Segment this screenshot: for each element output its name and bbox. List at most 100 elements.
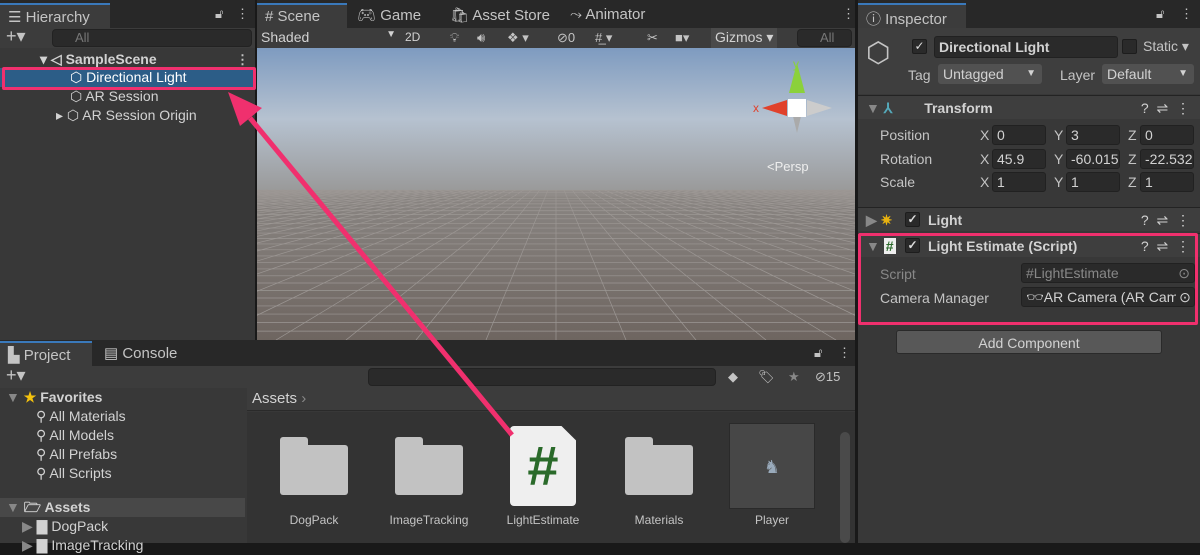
light-enabled-checkbox[interactable]: ✓ <box>905 212 920 227</box>
hierarchy-search[interactable]: All <box>52 29 252 47</box>
audio-icon[interactable]: 🔊︎ <box>477 30 485 46</box>
grid-icon[interactable]: #̲ ▾ <box>595 30 612 46</box>
more-icon[interactable]: ⋮ <box>838 345 851 361</box>
transform-row-label: Position <box>880 127 930 143</box>
transform-x-field[interactable]: 1 <box>992 172 1046 192</box>
tab-label: Game <box>380 7 422 24</box>
lock-icon[interactable]: 🔓︎ <box>814 345 822 361</box>
folder-icon[interactable] <box>625 437 693 495</box>
transform-y-field[interactable]: -60.015 <box>1066 149 1120 169</box>
asset-label: DogPack <box>289 513 339 527</box>
tree-label: DogPack <box>51 518 109 534</box>
component-actions-icon[interactable]: ? ⇌ ⋮ <box>1141 96 1190 120</box>
tab-scene[interactable]: # Scene <box>257 3 347 28</box>
scene-panel: # Scene 🎮︎ Game 🛍︎ Asset Store ⤳ Animato… <box>257 0 855 340</box>
more-icon[interactable]: ⋮ <box>842 6 855 22</box>
tag-dropdown[interactable]: Untagged ▼ <box>938 64 1042 84</box>
assets-breadcrumb: Assets › <box>247 388 855 411</box>
tab-asset-store[interactable]: 🛍︎ Asset Store <box>442 3 558 28</box>
gizmos-dropdown[interactable]: Gizmos ▾ <box>711 28 778 48</box>
hidden-packages-icon[interactable]: ⊘15 <box>815 369 840 385</box>
transform-y-field[interactable]: 3 <box>1066 125 1120 145</box>
highlight-directional-light <box>2 67 256 90</box>
star-icon: ★ <box>23 389 37 405</box>
tree-item[interactable]: ▶ ▇ DogPack <box>0 517 245 536</box>
tab-hierarchy[interactable]: ☰ Hierarchy <box>0 3 110 28</box>
sky <box>257 48 855 190</box>
search-placeholder: All <box>75 30 90 45</box>
hierarchy-item[interactable]: ▸ ⬡ AR Session Origin <box>0 106 255 125</box>
favorite-item[interactable]: ⚲ All Prefabs <box>0 445 245 464</box>
item-label: AR Session <box>85 88 159 104</box>
static-label[interactable]: Static ▾ <box>1143 38 1189 55</box>
layer-value: Default <box>1107 66 1152 82</box>
axis-label: Y <box>1054 127 1064 143</box>
persp-label[interactable]: <Persp <box>767 159 809 174</box>
axis-label: Z <box>1128 127 1137 143</box>
effects-icon[interactable]: ❖ ▾ <box>507 30 529 46</box>
tab-animator[interactable]: ⤳ Animator <box>562 3 653 28</box>
scene-search[interactable]: All <box>797 29 852 47</box>
favorite-item[interactable]: ⚲ All Materials <box>0 407 245 426</box>
add-icon[interactable]: +▾ <box>6 26 26 47</box>
filter-type-icon[interactable]: ◆ <box>728 369 738 385</box>
axis-y-label: y <box>793 57 799 71</box>
tab-label: Animator <box>585 6 646 23</box>
active-checkbox[interactable]: ✓ <box>912 39 927 54</box>
scene-viewport[interactable]: y x <Persp <box>257 48 855 340</box>
favorite-icon[interactable]: ★ <box>788 369 800 385</box>
tree-label: ImageTracking <box>51 537 144 553</box>
transform-x-field[interactable]: 0 <box>992 125 1046 145</box>
transform-z-field[interactable]: -22.532 <box>1140 149 1194 169</box>
tab-game[interactable]: 🎮︎ Game <box>349 3 429 28</box>
favorite-label: All Scripts <box>49 465 112 481</box>
asset-label: Materials <box>634 513 684 527</box>
tools-icon[interactable]: ✂ <box>647 30 658 46</box>
add-icon[interactable]: +▾ <box>6 365 26 386</box>
prefab-thumbnail[interactable]: ♞ <box>729 423 815 509</box>
transform-y-field[interactable]: 1 <box>1066 172 1120 192</box>
tab-project[interactable]: ▙ Project <box>0 341 92 366</box>
transform-z-field[interactable]: 0 <box>1140 125 1194 145</box>
assets-row[interactable]: ▼ 🗁︎ Assets <box>0 498 245 517</box>
tag-value: Untagged <box>943 66 1004 82</box>
camera-icon[interactable]: ■▾ <box>675 30 689 46</box>
more-icon[interactable]: ⋮ <box>236 6 249 22</box>
transform-header[interactable]: ▼ ⅄ Transform? ⇌ ⋮ <box>858 95 1200 119</box>
folder-icon[interactable] <box>280 437 348 495</box>
lock-icon[interactable]: 🔓︎ <box>215 6 223 22</box>
lock-icon[interactable]: 🔓︎ <box>1156 6 1164 22</box>
component-actions-icon[interactable]: ? ⇌ ⋮ <box>1141 208 1190 232</box>
filter-label-icon[interactable]: 🏷︎ <box>758 369 775 385</box>
more-icon[interactable]: ⋮ <box>1180 6 1193 22</box>
favorites-row[interactable]: ▼ ★ Favorites <box>0 388 245 407</box>
transform-z-field[interactable]: 1 <box>1140 172 1194 192</box>
breadcrumb-assets[interactable]: Assets <box>252 390 297 407</box>
scrollbar[interactable] <box>840 432 850 543</box>
object-name-field[interactable]: Directional Light <box>934 36 1118 58</box>
transform-icon: ⅄ <box>883 100 893 116</box>
2d-toggle[interactable]: 2D <box>405 30 420 44</box>
tree-item[interactable]: ▶ ▇ ImageTracking <box>0 536 245 555</box>
component-title: Light <box>928 212 963 228</box>
hidden-objects-icon[interactable]: ⊘0 <box>557 30 575 46</box>
shading-dropdown[interactable]: Shaded ▼ <box>261 29 396 45</box>
script-asset-icon[interactable]: # <box>510 426 576 506</box>
lighting-icon[interactable]: 💡︎ <box>450 30 459 46</box>
static-checkbox[interactable] <box>1122 39 1137 54</box>
tab-label: Inspector <box>885 11 947 28</box>
search-icon: ⚲ <box>36 408 47 424</box>
folder-icon[interactable] <box>395 437 463 495</box>
transform-x-field[interactable]: 45.9 <box>992 149 1046 169</box>
gameobject-icon[interactable]: ⬡ <box>866 36 890 69</box>
tab-console[interactable]: ▤ Console <box>96 341 185 366</box>
hierarchy-panel: ☰ Hierarchy 🔓︎ ⋮ +▾ All ▾ ◁ SampleScene ⋮… <box>0 0 255 340</box>
layer-dropdown[interactable]: Default ▼ <box>1102 64 1194 84</box>
favorite-item[interactable]: ⚲ All Scripts <box>0 464 245 483</box>
favorite-item[interactable]: ⚲ All Models <box>0 426 245 445</box>
project-search[interactable] <box>368 368 716 386</box>
favorites-label: Favorites <box>40 389 103 405</box>
light-header[interactable]: ▶ ✷ ✓ Light? ⇌ ⋮ <box>858 207 1200 231</box>
tab-inspector[interactable]: ⓘ Inspector <box>858 3 966 28</box>
add-component-button[interactable]: Add Component <box>896 330 1162 354</box>
